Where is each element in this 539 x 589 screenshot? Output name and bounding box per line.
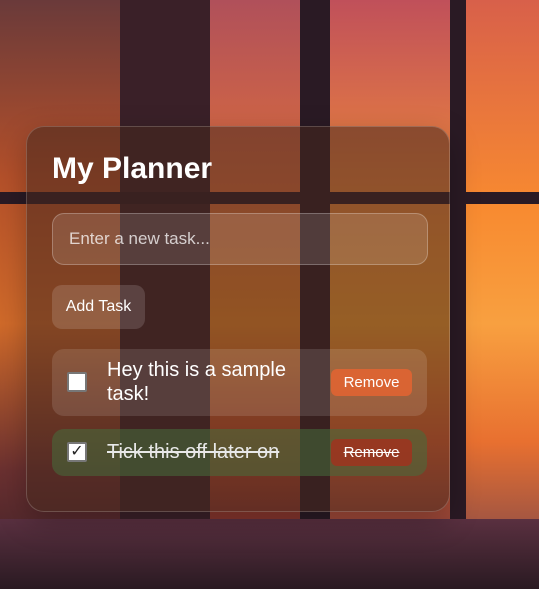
floor xyxy=(0,519,539,589)
new-task-input[interactable] xyxy=(52,213,428,265)
task-item-completed: ✓ Tick this off later on Remove xyxy=(52,429,427,476)
window-frame xyxy=(450,0,466,589)
page-title: My Planner xyxy=(52,152,213,185)
window-pane-far-right xyxy=(466,0,539,589)
remove-task-button[interactable]: Remove xyxy=(331,369,412,396)
task-checkbox-checked[interactable]: ✓ xyxy=(67,442,87,462)
remove-task-button[interactable]: Remove xyxy=(331,439,412,466)
task-item: Hey this is a sample task! Remove xyxy=(52,349,427,416)
task-checkbox[interactable] xyxy=(67,372,87,392)
task-text: Hey this is a sample task! xyxy=(107,359,286,405)
add-task-button[interactable]: Add Task xyxy=(52,285,145,329)
planner-card: My Planner Add Task Hey this is a sample… xyxy=(26,126,450,512)
task-text: Tick this off later on xyxy=(107,441,280,463)
